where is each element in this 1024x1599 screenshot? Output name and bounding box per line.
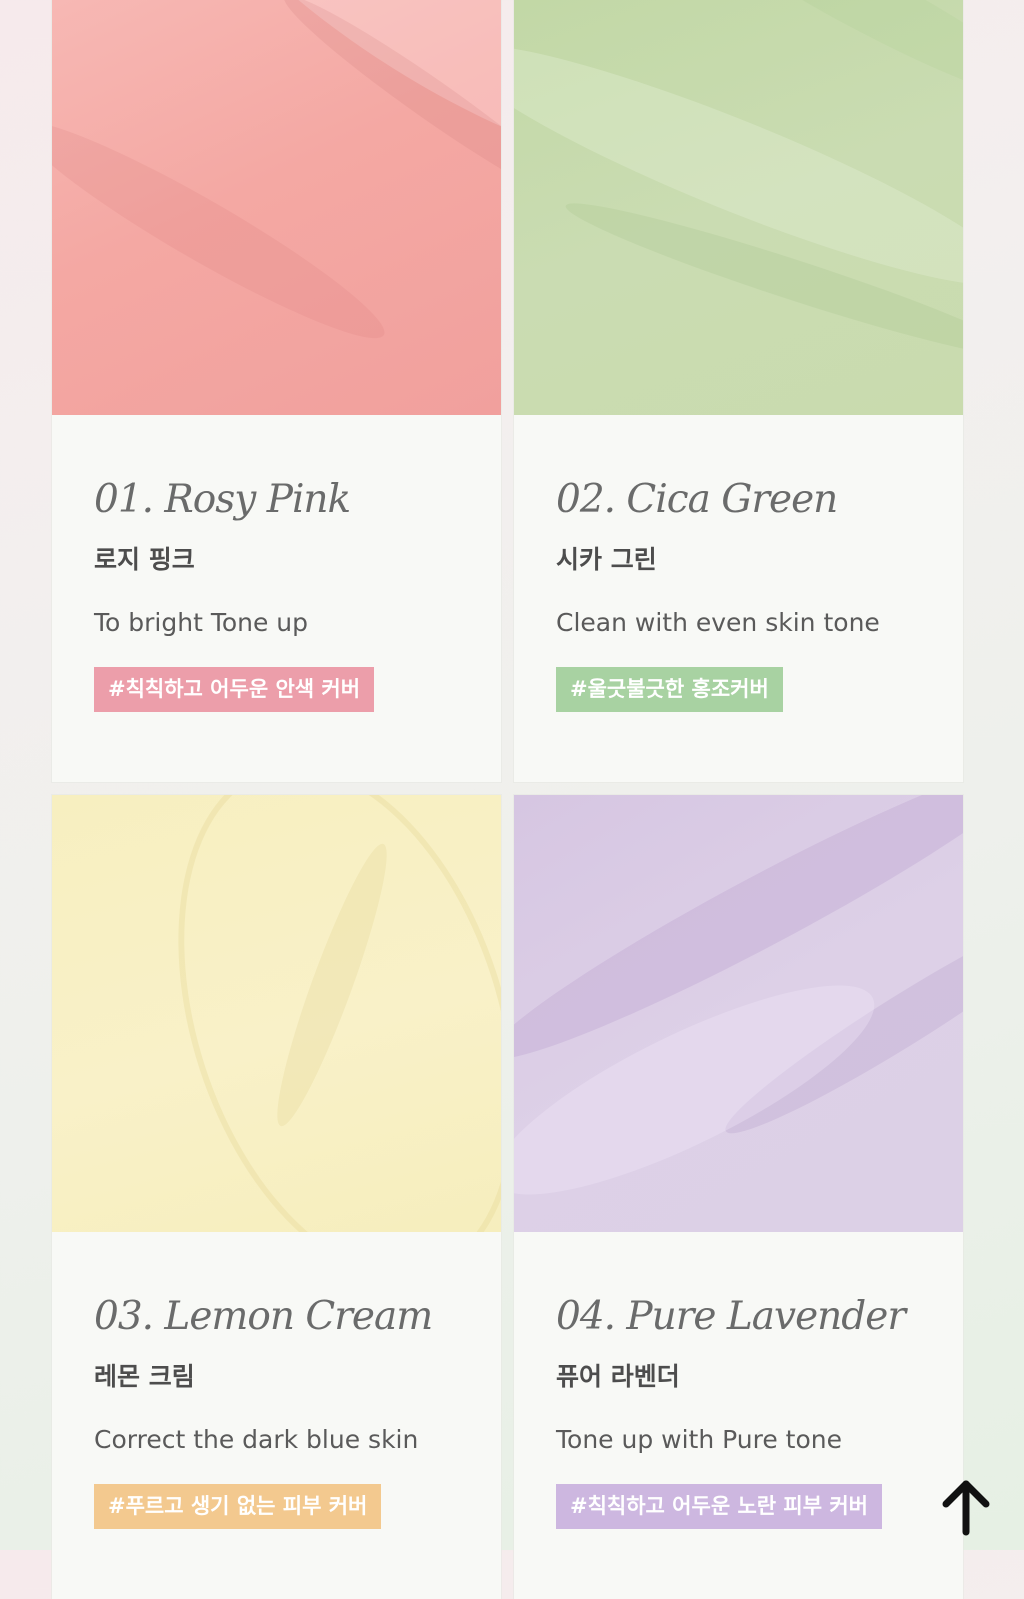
pure-lavender-swatch-image (514, 795, 963, 1232)
product-title: 03. Lemon Cream (94, 1294, 433, 1339)
product-description: To bright Tone up (94, 608, 309, 637)
product-card-cica-green[interactable]: 02. Cica Green 시카 그린 Clean with even ski… (514, 0, 963, 782)
product-korean-name: 로지 핑크 (94, 545, 195, 574)
product-card-pure-lavender[interactable]: 04. Pure Lavender 퓨어 라벤더 Tone up with Pu… (514, 795, 963, 1599)
product-description: Correct the dark blue skin (94, 1425, 419, 1454)
product-title: 04. Pure Lavender (556, 1294, 906, 1339)
scroll-to-top-button[interactable] (940, 1480, 992, 1536)
product-description: Clean with even skin tone (556, 608, 880, 637)
cica-green-swatch-image (514, 0, 963, 415)
product-title: 01. Rosy Pink (94, 477, 351, 522)
product-title: 02. Cica Green (556, 477, 838, 522)
product-hashtag: #푸르고 생기 없는 피부 커버 (94, 1484, 382, 1529)
product-card-lemon-cream[interactable]: 03. Lemon Cream 레몬 크림 Correct the dark b… (52, 795, 501, 1599)
product-card-rosy-pink[interactable]: 01. Rosy Pink 로지 핑크 To bright Tone up #칙… (52, 0, 501, 782)
product-hashtag: #칙칙하고 어두운 노란 피부 커버 (556, 1484, 882, 1529)
lemon-cream-swatch-image (52, 795, 501, 1232)
product-korean-name: 레몬 크림 (94, 1362, 195, 1391)
product-korean-name: 시카 그린 (556, 545, 657, 574)
product-description: Tone up with Pure tone (556, 1425, 842, 1454)
product-korean-name: 퓨어 라벤더 (556, 1362, 680, 1391)
arrow-up-icon (942, 1480, 990, 1536)
product-hashtag: #울긋불긋한 홍조커버 (556, 667, 783, 712)
rosy-pink-swatch-image (52, 0, 501, 415)
product-hashtag: #칙칙하고 어두운 안색 커버 (94, 667, 375, 712)
